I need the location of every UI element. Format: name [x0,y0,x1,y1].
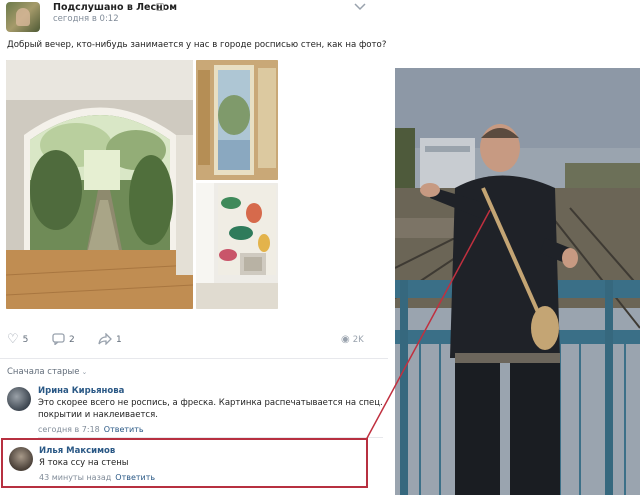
man-on-bridge-photo [395,68,640,495]
chevron-down-icon[interactable] [354,3,366,13]
verified-icon: ✓ [156,3,164,11]
like-button[interactable]: ♡ 5 [7,333,28,347]
views-counter: ◉ 2K [341,334,364,345]
comment-author[interactable]: Илья Максимов [39,446,115,456]
comment-sort-dropdown[interactable]: Сначала старые ⌄ [7,367,87,377]
views-count: 2K [352,334,364,345]
reply-button[interactable]: Ответить [104,425,144,434]
comment-meta: 43 минуты назад Ответить [39,473,155,482]
comment-text: Это скорее всего не роспись, а фреска. К… [38,398,383,420]
post-photo-arch-mural[interactable] [6,60,193,309]
share-count: 1 [116,335,122,345]
group-avatar[interactable] [6,2,40,32]
share-icon [98,331,112,348]
comment-author[interactable]: Ирина Кирьянова [38,386,124,396]
post-text: Добрый вечер, кто-нибудь занимается у на… [7,40,387,50]
sort-label: Сначала старые [7,367,80,377]
comment-icon [52,332,65,348]
comment-text: Я тока ссу на стены [39,458,129,468]
avatar[interactable] [7,387,31,411]
vk-post-card: Подслушано в Лесном ✓ сегодня в 0:12 Доб… [0,0,388,495]
comment-time[interactable]: 43 минуты назад [39,473,111,482]
post-photo-door-mural[interactable] [196,60,278,180]
heart-icon: ♡ [7,332,19,347]
post-time[interactable]: сегодня в 0:12 [53,14,119,24]
divider [0,358,388,359]
share-button[interactable]: 1 [98,331,122,348]
eye-icon: ◉ [341,334,350,345]
comment-meta: сегодня в 7:18 Ответить [38,425,144,434]
chevron-down-icon: ⌄ [81,368,88,376]
comment-button[interactable]: 2 [52,332,75,348]
like-count: 5 [22,335,29,345]
avatar[interactable] [9,447,33,471]
post-photo-floral-wall[interactable] [196,183,278,309]
reply-button[interactable]: Ответить [115,473,155,482]
comment-count: 2 [69,335,75,345]
comment-time[interactable]: сегодня в 7:18 [38,425,100,434]
